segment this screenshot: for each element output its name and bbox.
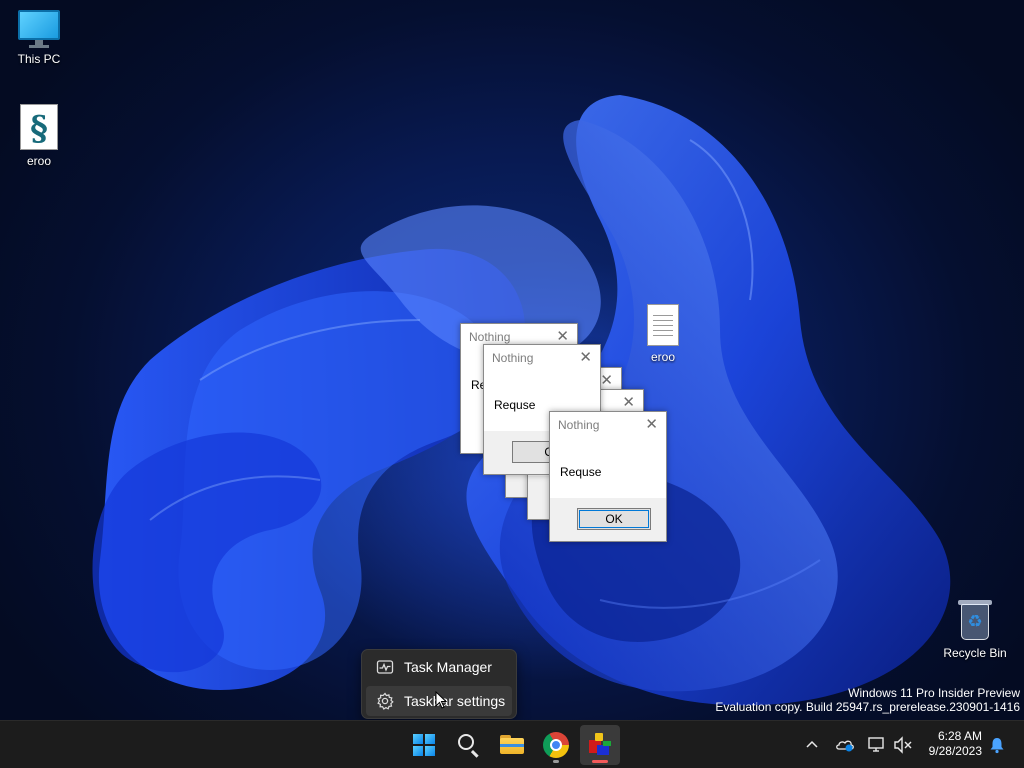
mouse-cursor [435,691,447,709]
onedrive-icon[interactable] [834,733,856,757]
menu-item-label: Taskbar settings [404,693,506,709]
menu-item-label: Task Manager [404,659,492,675]
taskbar-app-file-explorer[interactable] [492,725,532,765]
app-icon [589,733,611,757]
watermark-line: Windows 11 Pro Insider Preview [848,686,1020,700]
desktop-icon-label: Recycle Bin [943,646,1007,660]
ok-button[interactable]: OK [577,508,651,530]
clock-date: 9/28/2023 [928,744,982,758]
close-icon[interactable]: ✕ [622,393,635,411]
computer-icon [18,10,60,48]
dialog-title-bar[interactable]: Nothing ✕ [484,345,600,371]
start-button[interactable] [404,725,444,765]
desktop-icon-this-pc[interactable]: This PC [1,10,77,66]
desktop-icon-label: This PC [17,52,61,66]
volume-muted-icon[interactable] [892,733,914,757]
desktop-icon-label: eroo [26,154,52,168]
taskbar: 6:28 AM 9/28/2023 [0,720,1024,768]
clock-time: 6:28 AM [937,729,982,743]
chrome-icon [543,732,569,758]
watermark-line: Evaluation copy. Build 25947.rs_prerelea… [715,700,1020,714]
network-icon[interactable] [866,733,888,757]
windows-logo-icon [413,734,435,756]
text-file-icon [647,304,679,346]
gear-icon [376,692,394,710]
dialog-title: Nothing [469,330,511,344]
script-file-icon: § [20,104,58,150]
desktop-icon-eroo-text[interactable]: eroo [625,304,701,364]
task-manager-icon [376,658,394,676]
notification-bell-icon[interactable] [986,733,1008,757]
desktop[interactable]: This PC § eroo eroo ♻ Recycle Bin Nothin… [0,0,1024,720]
folder-icon [500,735,524,754]
desktop-icon-recycle-bin[interactable]: ♻ Recycle Bin [937,598,1013,660]
chevron-up-icon[interactable] [802,733,822,757]
menu-item-task-manager[interactable]: Task Manager [366,652,512,682]
search-button[interactable] [448,725,488,765]
evaluation-watermark: Windows 11 Pro Insider Preview Evaluatio… [715,686,1020,714]
close-icon[interactable]: ✕ [645,415,658,433]
dialog-title: Nothing [492,351,534,365]
dialog-title-bar[interactable]: Nothing ✕ [550,412,666,438]
close-icon[interactable]: ✕ [579,348,592,366]
dialog-message: Requse [560,465,602,479]
dialog-message: Requse [494,398,536,412]
search-icon [458,734,474,750]
taskbar-app-eroo[interactable] [580,725,620,765]
close-icon[interactable]: ✕ [600,371,613,389]
message-box[interactable]: Nothing ✕ Requse OK [549,411,667,542]
active-indicator [592,760,608,763]
dialog-title: Nothing [558,418,600,432]
desktop-icon-label: eroo [650,350,676,364]
system-clock[interactable]: 6:28 AM 9/28/2023 [929,729,982,759]
taskbar-app-chrome[interactable] [536,725,576,765]
running-indicator [553,760,559,763]
close-icon[interactable]: ✕ [556,327,569,345]
recycle-bin-icon: ♻ [956,598,994,642]
desktop-icon-eroo-script[interactable]: § eroo [1,104,77,168]
